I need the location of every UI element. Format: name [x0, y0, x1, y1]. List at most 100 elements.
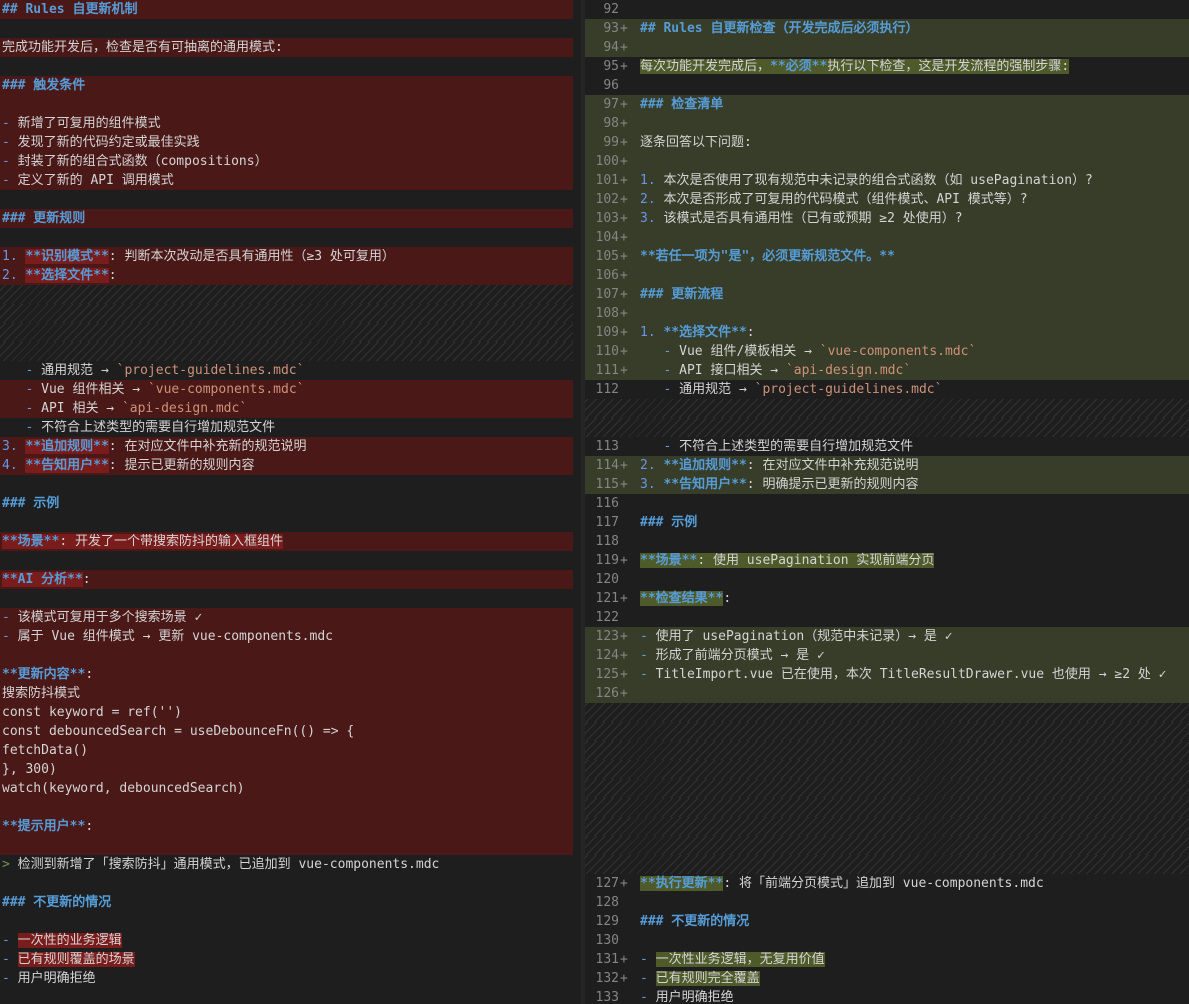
diff-line[interactable]: - Vue 组件相关 → `vue-components.mdc` [0, 380, 581, 399]
diff-line[interactable] [585, 836, 1189, 855]
diff-line[interactable]: 131 + - 一次性业务逻辑，无复用价值 [585, 950, 1189, 969]
diff-line[interactable]: 115 +3. **告知用户**: 明确提示已更新的规则内容 [585, 475, 1189, 494]
modified-pane[interactable]: 92 93 + ## Rules 自更新检查（开发完成后必须执行） 94 +95 + 每次功能… [585, 0, 1189, 1004]
diff-line[interactable]: - 属于 Vue 组件模式 → 更新 vue-components.mdc [0, 627, 581, 646]
diff-line[interactable]: - 该模式可复用于多个搜索场景 ✓ [0, 608, 581, 627]
diff-line[interactable] [0, 304, 581, 323]
diff-line[interactable]: 124 + - 形成了前端分页模式 → 是 ✓ [585, 646, 1189, 665]
diff-line[interactable]: 114 +2. **追加规则**: 在对应文件中补充规范说明 [585, 456, 1189, 475]
diff-line[interactable]: 116 [585, 494, 1189, 513]
diff-line[interactable]: 4. **告知用户**: 提示已更新的规则内容 [0, 456, 581, 475]
diff-line[interactable] [0, 798, 581, 817]
diff-line[interactable] [0, 285, 581, 304]
diff-line[interactable]: 1. **识别模式**: 判断本次改动是否具有通用性（≥3 处可复用） [0, 247, 581, 266]
diff-line[interactable]: - 一次性的业务逻辑 [0, 931, 581, 950]
diff-line[interactable]: 132 + - 已有规则完全覆盖 [585, 969, 1189, 988]
diff-line[interactable]: 129 ### 不更新的情况 [585, 912, 1189, 931]
diff-line[interactable]: }, 300) [0, 760, 581, 779]
diff-line[interactable]: 126 + [585, 684, 1189, 703]
diff-line[interactable]: 99 + 逐条回答以下问题: [585, 133, 1189, 152]
diff-line[interactable]: 98 + [585, 114, 1189, 133]
diff-line[interactable]: watch(keyword, debouncedSearch) [0, 779, 581, 798]
diff-line[interactable]: fetchData() [0, 741, 581, 760]
diff-line[interactable]: 108 + [585, 304, 1189, 323]
diff-line[interactable]: 112 - 通用规范 → `project-guidelines.mdc` [585, 380, 1189, 399]
diff-line[interactable]: 118 [585, 532, 1189, 551]
diff-line[interactable]: 107 + ### 更新流程 [585, 285, 1189, 304]
diff-line[interactable]: **场景**: 开发了一个带搜索防抖的输入框组件 [0, 532, 581, 551]
diff-line[interactable]: 122 [585, 608, 1189, 627]
diff-line[interactable]: 100 + [585, 152, 1189, 171]
diff-line[interactable] [0, 228, 581, 247]
diff-line[interactable] [0, 513, 581, 532]
diff-line[interactable]: 127 + **执行更新**: 将「前端分页模式」追加到 vue-component… [585, 874, 1189, 893]
original-pane[interactable]: ## Rules 自更新机制 完成功能开发后，检查是否有可抽离的通用模式: ### … [0, 0, 581, 1004]
diff-line[interactable]: 3. **追加规则**: 在对应文件中补充新的规范说明 [0, 437, 581, 456]
diff-line[interactable]: 103 +3. 该模式是否具有通用性（已有或预期 ≥2 处使用）? [585, 209, 1189, 228]
diff-line[interactable] [0, 19, 581, 38]
diff-line[interactable] [0, 190, 581, 209]
diff-line[interactable] [0, 589, 581, 608]
diff-line[interactable]: 101 +1. 本次是否使用了现有规范中未记录的组合式函数（如 usePagina… [585, 171, 1189, 190]
diff-line[interactable]: 119 + **场景**: 使用 usePagination 实现前端分页 [585, 551, 1189, 570]
diff-line[interactable] [0, 57, 581, 76]
diff-line[interactable]: - 用户明确拒绝 [0, 969, 581, 988]
diff-line[interactable]: 92 [585, 0, 1189, 19]
diff-line[interactable]: 113 - 不符合上述类型的需要自行增加规范文件 [585, 437, 1189, 456]
diff-line[interactable]: **AI 分析**: [0, 570, 581, 589]
diff-line[interactable]: - 封装了新的组合式函数（compositions） [0, 152, 581, 171]
diff-line[interactable]: 完成功能开发后，检查是否有可抽离的通用模式: [0, 38, 581, 57]
diff-line[interactable] [585, 399, 1189, 418]
diff-line[interactable] [585, 760, 1189, 779]
diff-line[interactable] [0, 475, 581, 494]
diff-line[interactable]: 120 [585, 570, 1189, 589]
diff-line[interactable]: - 定义了新的 API 调用模式 [0, 171, 581, 190]
diff-line[interactable] [0, 95, 581, 114]
diff-line[interactable] [0, 551, 581, 570]
diff-line[interactable]: const debouncedSearch = useDebounceFn(()… [0, 722, 581, 741]
diff-line[interactable]: 102 +2. 本次是否形成了可复用的代码模式（组件模式、API 模式等）? [585, 190, 1189, 209]
diff-line[interactable] [585, 855, 1189, 874]
diff-line[interactable] [0, 323, 581, 342]
diff-line[interactable]: 106 + [585, 266, 1189, 285]
diff-line[interactable]: 104 + [585, 228, 1189, 247]
diff-line[interactable]: 搜索防抖模式 [0, 684, 581, 703]
diff-line[interactable]: 117 ### 示例 [585, 513, 1189, 532]
diff-line[interactable]: > 检测到新增了「搜索防抖」通用模式，已追加到 vue-components.m… [0, 855, 581, 874]
diff-line[interactable]: - 发现了新的代码约定或最佳实践 [0, 133, 581, 152]
diff-line[interactable]: 94 + [585, 38, 1189, 57]
diff-line[interactable] [585, 779, 1189, 798]
diff-line[interactable]: 123 + - 使用了 usePagination（规范中未记录）→ 是 ✓ [585, 627, 1189, 646]
diff-line[interactable]: 110 + - Vue 组件/模板相关 → `vue-components.mdc… [585, 342, 1189, 361]
diff-line[interactable]: 125 + - TitleImport.vue 已在使用，本次 TitleResul… [585, 665, 1189, 684]
diff-line[interactable]: 95 + 每次功能开发完成后，**必须**执行以下检查，这是开发流程的强制步骤: [585, 57, 1189, 76]
diff-line[interactable] [585, 798, 1189, 817]
diff-line[interactable] [0, 912, 581, 931]
diff-line[interactable] [0, 874, 581, 893]
diff-line[interactable]: 109 +1. **选择文件**: [585, 323, 1189, 342]
vertical-scrollbar[interactable] [573, 0, 581, 1004]
diff-line[interactable]: 128 [585, 893, 1189, 912]
diff-line[interactable]: 130 [585, 931, 1189, 950]
diff-line[interactable]: 105 + **若任一项为"是"，必须更新规范文件。** [585, 247, 1189, 266]
diff-line[interactable]: 133 - 用户明确拒绝 [585, 988, 1189, 1004]
diff-line[interactable] [585, 741, 1189, 760]
diff-line[interactable] [585, 722, 1189, 741]
diff-line[interactable]: 96 [585, 76, 1189, 95]
diff-line[interactable]: - 新增了可复用的组件模式 [0, 114, 581, 133]
diff-line[interactable]: ## Rules 自更新机制 [0, 0, 581, 19]
diff-line[interactable]: 111 + - API 接口相关 → `api-design.mdc` [585, 361, 1189, 380]
diff-line[interactable]: ### 示例 [0, 494, 581, 513]
diff-line[interactable]: ### 更新规则 [0, 209, 581, 228]
diff-line[interactable]: 121 + **检查结果**: [585, 589, 1189, 608]
diff-line[interactable]: - 已有规则覆盖的场景 [0, 950, 581, 969]
diff-line[interactable]: **提示用户**: [0, 817, 581, 836]
diff-line[interactable] [0, 646, 581, 665]
diff-line[interactable] [585, 418, 1189, 437]
diff-line[interactable]: - API 相关 → `api-design.mdc` [0, 399, 581, 418]
diff-line[interactable]: - 通用规范 → `project-guidelines.mdc` [0, 361, 581, 380]
diff-line[interactable] [585, 703, 1189, 722]
diff-line[interactable] [0, 342, 581, 361]
diff-line[interactable]: 97 + ### 检查清单 [585, 95, 1189, 114]
diff-line[interactable] [585, 817, 1189, 836]
